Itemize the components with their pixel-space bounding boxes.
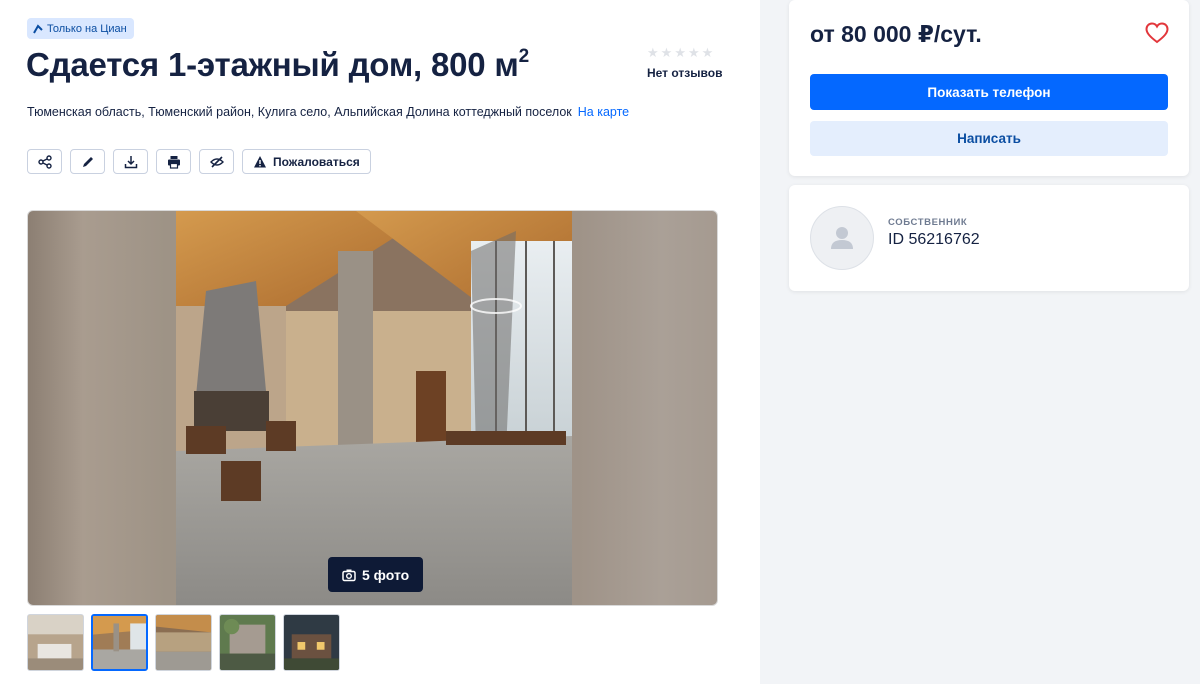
photo-count-label: 5 фото [362,566,410,583]
star-icon: ★ [660,45,673,60]
print-icon [167,155,180,169]
share-button[interactable] [27,149,62,174]
thumbnail-image [220,615,275,670]
thumbnail-image [284,615,339,670]
rating-stars: ★ ★ ★ ★ ★ [647,46,727,60]
hide-button[interactable] [199,149,234,174]
warning-icon [254,155,266,167]
camera-icon [342,569,356,581]
thumbnail-image [93,616,146,669]
complain-label: Пожаловаться [273,154,360,169]
interior-photo-image [176,211,572,605]
avatar[interactable] [810,206,874,270]
action-bar: Пожаловаться [27,149,371,174]
star-icon: ★ [674,45,686,60]
cian-logo-icon [33,23,43,33]
edit-icon [82,156,93,167]
thumbnail-image [28,615,83,670]
thumbnail-active[interactable] [91,614,148,671]
title-text: Сдается 1-этажный дом, 800 м [26,46,519,83]
address-text: Тюменская область, Тюменский район, Кули… [27,105,572,119]
download-icon [124,155,137,168]
hide-icon [209,155,224,168]
owner-role: СОБСТВЕННИК [888,217,968,228]
price: от 80 000 ₽/сут. [810,21,982,47]
main-photo[interactable] [176,211,572,605]
thumbnail[interactable] [219,614,276,671]
rating-block[interactable]: ★ ★ ★ ★ ★ Нет отзывов [647,46,727,81]
star-icon: ★ [687,45,700,60]
badge-label: Только на Циан [47,22,127,35]
complain-button[interactable]: Пожаловаться [242,149,371,174]
owner-card: СОБСТВЕННИК ID 56216762 [789,185,1189,291]
write-message-button[interactable]: Написать [810,121,1168,156]
thumbnail[interactable] [283,614,340,671]
address: Тюменская область, Тюменский район, Кули… [27,105,629,119]
thumbnail[interactable] [155,614,212,671]
photo-gallery[interactable]: 5 фото [27,210,718,606]
thumbnail[interactable] [27,614,84,671]
share-icon [37,154,52,169]
listing-main: Только на Циан Сдается 1-этажный дом, 80… [0,0,760,684]
thumbnail-strip [27,614,340,671]
star-icon: ★ [647,45,659,60]
user-icon [831,227,853,249]
edit-button[interactable] [70,149,105,174]
star-icon: ★ [701,45,714,60]
reviews-count[interactable]: Нет отзывов [647,66,727,80]
thumbnail-image [156,615,211,670]
page-title: Сдается 1-этажный дом, 800 м2 [26,46,529,84]
favorite-heart-icon[interactable] [1145,22,1169,44]
price-card: от 80 000 ₽/сут. Показать телефон Написа… [789,0,1189,176]
download-button[interactable] [113,149,148,174]
map-link[interactable]: На карте [578,105,629,119]
owner-id[interactable]: ID 56216762 [888,231,980,249]
photo-count-button[interactable]: 5 фото [328,557,424,592]
title-sup: 2 [518,46,530,67]
print-button[interactable] [156,149,191,174]
cian-exclusive-badge: Только на Циан [27,18,134,39]
show-phone-button[interactable]: Показать телефон [810,74,1168,110]
